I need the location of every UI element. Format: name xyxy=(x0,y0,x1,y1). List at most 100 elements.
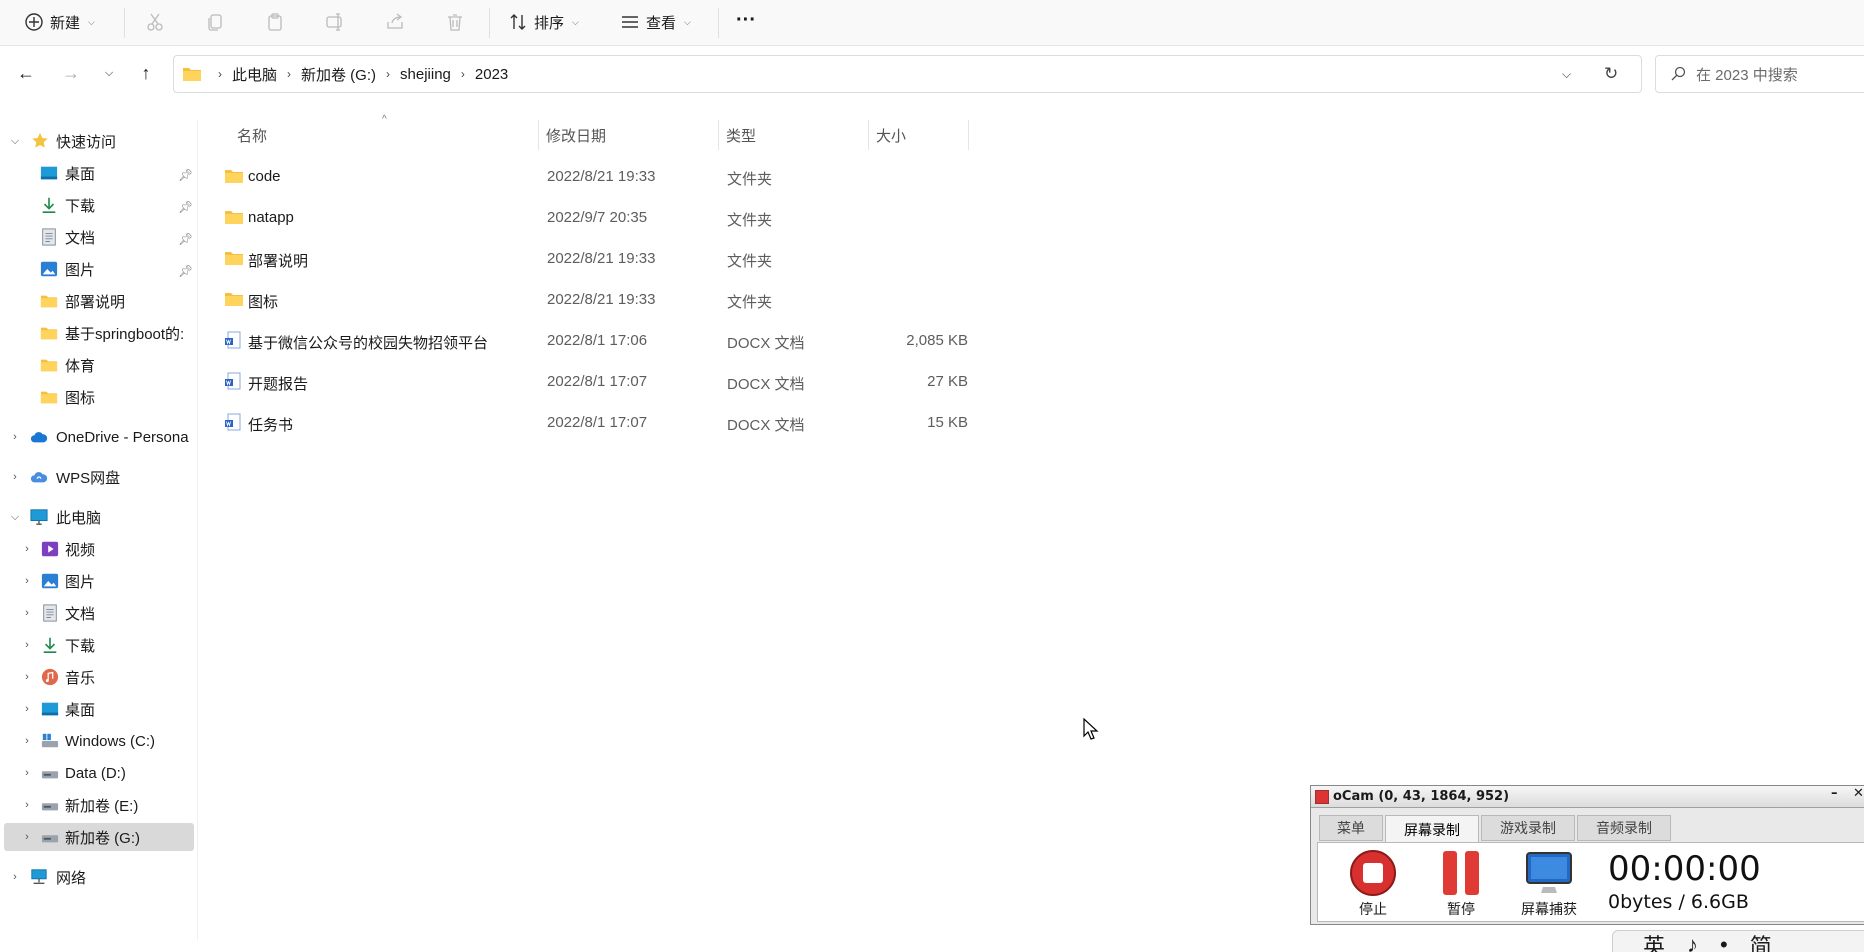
column-label: 名称 xyxy=(237,127,268,145)
breadcrumb-item[interactable]: 2023 xyxy=(475,66,508,83)
breadcrumb-item[interactable]: 此电脑 xyxy=(232,64,277,85)
sidebar-item-drive-c[interactable]: › Windows (C:) xyxy=(0,727,196,755)
address-bar[interactable]: › 此电脑 › 新加卷 (G:) › shejiing › 2023 ⌵ ↻ xyxy=(173,55,1642,93)
chevron-right-icon[interactable]: › xyxy=(8,871,22,883)
sidebar-item-desktop[interactable]: 桌面 📌︎ xyxy=(0,159,196,187)
ocam-tab-audio-record[interactable]: 音频录制 xyxy=(1577,815,1671,841)
chevron-right-icon[interactable]: › xyxy=(20,831,34,843)
ocam-screen-capture-button[interactable]: 屏幕捕获 xyxy=(1516,847,1582,917)
sidebar-item-music[interactable]: › 音乐 xyxy=(0,663,196,691)
pane-divider[interactable] xyxy=(197,120,198,940)
sidebar-item-this-pc[interactable]: ⌵ 此电脑 xyxy=(0,503,196,531)
chevron-right-icon[interactable]: › xyxy=(20,607,34,619)
sidebar-item-pictures[interactable]: 图片 📌︎ xyxy=(0,255,196,283)
sidebar-item-documents[interactable]: › 文档 xyxy=(0,599,196,627)
chevron-right-icon[interactable]: › xyxy=(20,703,34,715)
share-button[interactable] xyxy=(381,8,409,36)
sidebar-item-quick-access[interactable]: ⌵ 快速访问 xyxy=(0,127,196,155)
column-header-name[interactable]: 名称 xyxy=(237,120,267,150)
sidebar-item-folder[interactable]: 部署说明 xyxy=(0,287,196,315)
file-row[interactable]: 基于微信公众号的校园失物招领平台 2022/8/1 17:06 DOCX 文档 … xyxy=(208,324,978,358)
file-size: 27 KB xyxy=(927,373,968,390)
sidebar-item-downloads[interactable]: 下载 📌︎ xyxy=(0,191,196,219)
breadcrumb-item[interactable]: shejiing xyxy=(400,66,451,83)
delete-button[interactable] xyxy=(441,8,469,36)
sidebar-item-folder[interactable]: 基于springboot的: xyxy=(0,319,196,347)
new-label: 新建 xyxy=(50,14,81,32)
trash-icon xyxy=(448,14,462,31)
column-header-type[interactable]: 类型 xyxy=(726,120,756,150)
back-button[interactable]: ← xyxy=(12,59,40,87)
file-row[interactable]: 开题报告 2022/8/1 17:07 DOCX 文档 27 KB xyxy=(208,365,978,399)
minimize-icon[interactable]: – xyxy=(1831,786,1838,801)
sidebar-item-folder[interactable]: 体育 xyxy=(0,351,196,379)
sidebar-item-label: 图片 xyxy=(65,261,96,279)
sidebar-item-wps[interactable]: › WPS网盘 xyxy=(0,463,196,491)
address-history-chevron-icon[interactable]: ⌵ xyxy=(1562,67,1571,82)
column-divider[interactable] xyxy=(718,120,719,150)
chevron-right-icon[interactable]: › xyxy=(20,575,34,587)
ocam-tab-menu[interactable]: 菜单 xyxy=(1319,815,1383,841)
file-row[interactable]: 部署说明 2022/8/21 19:33 文件夹 xyxy=(208,242,978,276)
ocam-tab-screen-record[interactable]: 屏幕录制 xyxy=(1385,815,1479,843)
file-row[interactable]: code 2022/8/21 19:33 文件夹 xyxy=(208,160,978,194)
search-placeholder: 在 2023 中搜索 xyxy=(1696,66,1798,84)
sidebar-item-folder[interactable]: 图标 xyxy=(0,383,196,411)
sidebar-item-drive-g[interactable]: › 新加卷 (G:) xyxy=(4,823,194,851)
column-divider[interactable] xyxy=(868,120,869,150)
close-icon[interactable]: ✕ xyxy=(1853,786,1864,801)
more-options-button[interactable]: ··· xyxy=(736,4,756,36)
sidebar-item-onedrive[interactable]: › OneDrive - Persona xyxy=(0,423,196,451)
chevron-right-icon[interactable]: › xyxy=(20,671,34,683)
file-row[interactable]: 图标 2022/8/21 19:33 文件夹 xyxy=(208,283,978,317)
forward-button[interactable]: → xyxy=(57,59,85,87)
ime-punctuation-icon[interactable]: • xyxy=(1720,932,1728,952)
chevron-right-icon[interactable]: › xyxy=(20,799,34,811)
new-button[interactable]: 新建 ⌵ xyxy=(24,6,95,38)
chevron-right-icon[interactable]: › xyxy=(8,431,22,443)
ime-simplified[interactable]: 简 xyxy=(1750,929,1772,952)
chevron-down-icon[interactable]: ⌵ xyxy=(8,511,22,524)
refresh-icon[interactable]: ↻ xyxy=(1604,64,1618,84)
column-divider[interactable] xyxy=(538,120,539,150)
column-header-date[interactable]: 修改日期 xyxy=(546,120,606,150)
sidebar-item-downloads[interactable]: › 下载 xyxy=(0,631,196,659)
ocam-stop-button[interactable]: 停止 xyxy=(1340,847,1406,917)
file-row[interactable]: natapp 2022/9/7 20:35 文件夹 xyxy=(208,201,978,235)
search-box[interactable]: 在 2023 中搜索 xyxy=(1655,55,1864,93)
copy-button[interactable] xyxy=(201,8,229,36)
chevron-right-icon[interactable]: › xyxy=(20,543,34,555)
chevron-right-icon[interactable]: › xyxy=(8,471,22,483)
sidebar-item-pictures[interactable]: › 图片 xyxy=(0,567,196,595)
sidebar-item-drive-d[interactable]: › Data (D:) xyxy=(0,759,196,787)
cut-button[interactable] xyxy=(141,8,169,36)
sidebar-item-documents[interactable]: 文档 📌︎ xyxy=(0,223,196,251)
sidebar-item-videos[interactable]: › 视频 xyxy=(0,535,196,563)
rename-button[interactable] xyxy=(321,8,349,36)
navigation-pane: ⌵ 快速访问 桌面 📌︎ 下载 📌︎ 文档 📌︎ 图片 📌︎ 部署说明 基于sp… xyxy=(0,125,196,945)
ocam-tab-game-record[interactable]: 游戏录制 xyxy=(1481,815,1575,841)
chevron-right-icon[interactable]: › xyxy=(20,639,34,651)
file-row[interactable]: 任务书 2022/8/1 17:07 DOCX 文档 15 KB xyxy=(208,406,978,440)
column-divider[interactable] xyxy=(968,120,969,150)
breadcrumb-item[interactable]: 新加卷 (G:) xyxy=(301,64,376,85)
paste-button[interactable] xyxy=(261,8,289,36)
sidebar-item-drive-e[interactable]: › 新加卷 (E:) xyxy=(0,791,196,819)
toolbar-divider xyxy=(718,8,719,38)
sidebar-item-desktop[interactable]: › 桌面 xyxy=(0,695,196,723)
ime-moon-icon[interactable]: ♪ xyxy=(1687,932,1698,952)
copy-icon xyxy=(208,14,222,31)
up-button[interactable]: ↑ xyxy=(132,59,160,87)
sort-button[interactable]: 排序 ⌵ xyxy=(508,6,579,38)
chevron-down-icon: ⌵ xyxy=(572,16,579,27)
chevron-down-icon[interactable]: ⌵ xyxy=(8,135,22,148)
chevron-right-icon[interactable]: › xyxy=(20,735,34,747)
sidebar-item-network[interactable]: › 网络 xyxy=(0,863,196,891)
column-header-size[interactable]: 大小 xyxy=(876,120,906,150)
ime-mode-english[interactable]: 英 xyxy=(1643,929,1665,952)
view-button[interactable]: 查看 ⌵ xyxy=(620,6,691,38)
ocam-pause-button[interactable]: 暂停 xyxy=(1428,847,1494,917)
chevron-right-icon[interactable]: › xyxy=(20,767,34,779)
recent-locations-button[interactable]: ⌵ xyxy=(95,59,123,87)
ocam-title-bar[interactable]: oCam (0, 43, 1864, 952) – ✕ xyxy=(1311,786,1864,808)
